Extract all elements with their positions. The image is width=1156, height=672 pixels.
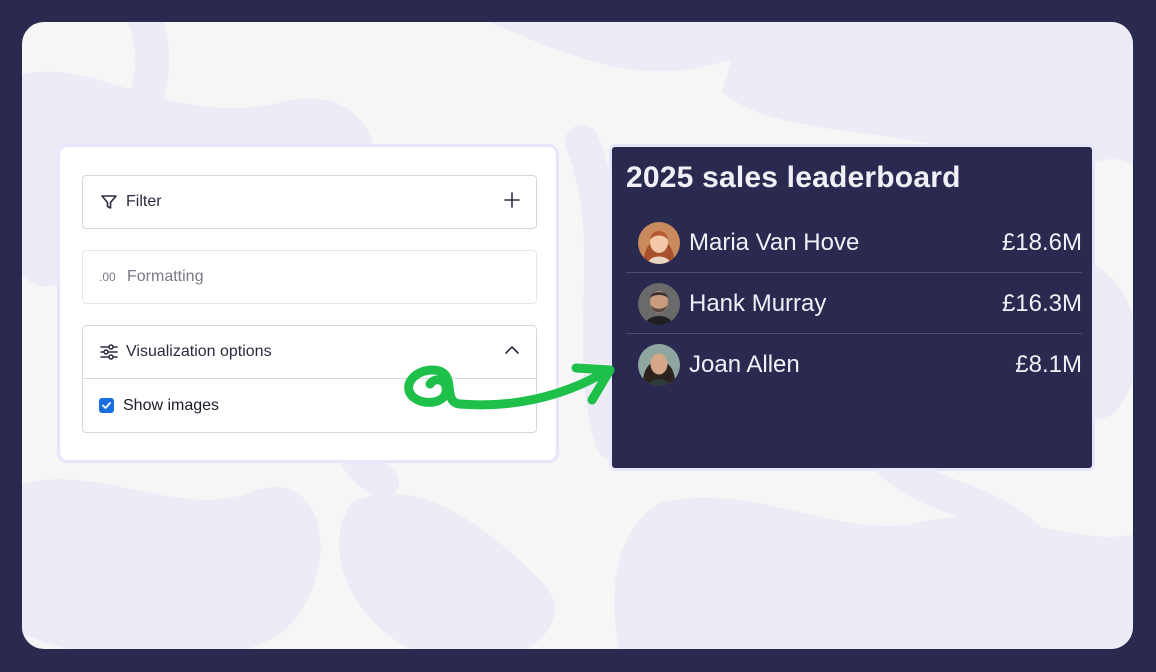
show-images-label: Show images	[123, 396, 220, 414]
leaderboard-row: Maria Van Hove £18.6M	[626, 213, 1082, 273]
sliders-icon	[99, 342, 119, 362]
show-images-checkbox[interactable]	[99, 398, 114, 413]
add-filter-button[interactable]	[504, 191, 520, 213]
sales-value: £8.1M	[1015, 351, 1082, 378]
green-arrow-icon	[404, 363, 615, 410]
leaderboard-title: 2025 sales leaderboard	[626, 161, 961, 194]
sales-value: £18.6M	[1001, 228, 1082, 256]
content-frame: Filter .00 Formatting Visualization opti…	[22, 22, 1133, 649]
person-name: Hank Murray	[689, 289, 827, 317]
avatar	[638, 344, 680, 386]
visualization-options-label: Visualization options	[126, 343, 272, 360]
checkmark-icon	[102, 402, 111, 409]
decimal-format-icon: .00	[99, 270, 116, 284]
avatar	[638, 282, 680, 325]
filter-section[interactable]: Filter	[82, 175, 537, 229]
person-name: Maria Van Hove	[689, 228, 860, 256]
person-name: Joan Allen	[689, 351, 800, 378]
plus-icon	[504, 191, 520, 208]
formatting-section[interactable]: .00 Formatting	[82, 250, 537, 304]
collapse-toggle[interactable]	[504, 342, 520, 363]
formatting-label: Formatting	[127, 268, 204, 285]
leaderboard-card: 2025 sales leaderboard Maria Van Hove £1…	[609, 144, 1095, 471]
leaderboard-row: Hank Murray £16.3M	[626, 274, 1082, 334]
filter-label: Filter	[126, 193, 162, 210]
filter-icon	[99, 192, 119, 212]
leaderboard-row: Joan Allen £8.1M	[626, 335, 1082, 395]
chevron-up-icon	[505, 345, 519, 354]
avatar	[638, 221, 680, 264]
sales-value: £16.3M	[1001, 289, 1082, 317]
